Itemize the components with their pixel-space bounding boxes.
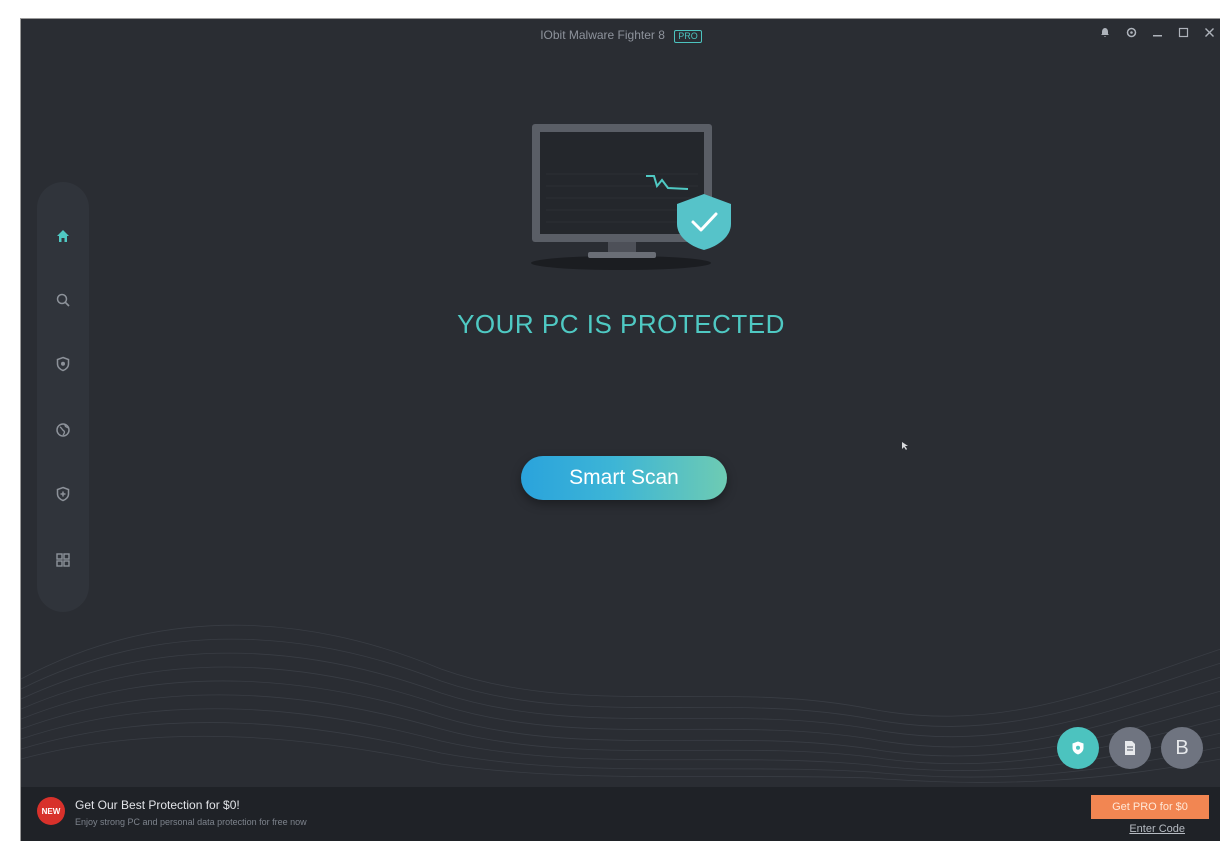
home-icon	[57, 230, 69, 242]
promo-new-badge: NEW	[37, 797, 65, 825]
maximize-icon[interactable]	[1177, 26, 1189, 41]
promo-title: Get Our Best Protection for $0!	[75, 798, 240, 812]
pro-badge: PRO	[674, 30, 702, 43]
monitor-shadow	[531, 256, 711, 270]
protection-status-text: YOUR PC IS PROTECTED	[457, 309, 785, 339]
document-quick-button[interactable]	[1109, 727, 1151, 769]
get-pro-button[interactable]: Get PRO for $0	[1091, 795, 1209, 819]
shield-plus-icon	[56, 486, 70, 502]
enter-code-link[interactable]: Enter Code	[1129, 823, 1185, 835]
promo-new-badge-text: NEW	[41, 806, 61, 816]
promo-footer: NEW Get Our Best Protection for $0! Enjo…	[21, 787, 1220, 841]
screenshot-frame: IObit Malware Fighter 8 PRO YOUR PC IS P…	[0, 0, 1220, 841]
promo-subtitle: Enjoy strong PC and personal data protec…	[75, 817, 307, 827]
shield-quick-button[interactable]	[1057, 727, 1099, 769]
sidebar-item-browser-protection[interactable]	[51, 418, 75, 442]
title-bar: IObit Malware Fighter 8 PRO	[21, 19, 1220, 53]
monitor-neck	[608, 242, 636, 252]
close-icon[interactable]	[1203, 26, 1215, 41]
search-icon	[56, 293, 70, 307]
bell-icon[interactable]	[1099, 26, 1111, 41]
b-quick-button[interactable]: B	[1161, 727, 1203, 769]
b-quick-button-label: B	[1175, 736, 1189, 759]
app-window: IObit Malware Fighter 8 PRO YOUR PC IS P…	[20, 18, 1220, 841]
sidebar-item-protection[interactable]	[51, 352, 75, 376]
sidebar	[37, 182, 89, 612]
smart-scan-button[interactable]: Smart Scan	[521, 456, 727, 500]
window-title-text: IObit Malware Fighter 8	[540, 28, 665, 42]
sidebar-item-action-center[interactable]	[51, 482, 75, 506]
monitor-stand	[588, 252, 656, 258]
title-bar-controls	[1099, 26, 1215, 41]
menu-icon[interactable]	[1125, 26, 1137, 41]
sidebar-item-home[interactable]	[51, 224, 75, 248]
shield-icon	[1072, 741, 1084, 755]
document-icon	[1125, 741, 1135, 755]
mouse-cursor	[902, 442, 908, 450]
protected-pc-illustration	[531, 124, 731, 270]
shield-icon	[56, 356, 70, 372]
minimize-icon[interactable]	[1151, 26, 1163, 41]
window-title: IObit Malware Fighter 8 PRO	[21, 28, 1220, 43]
wave-background	[21, 624, 1220, 783]
globe-icon	[56, 423, 70, 437]
